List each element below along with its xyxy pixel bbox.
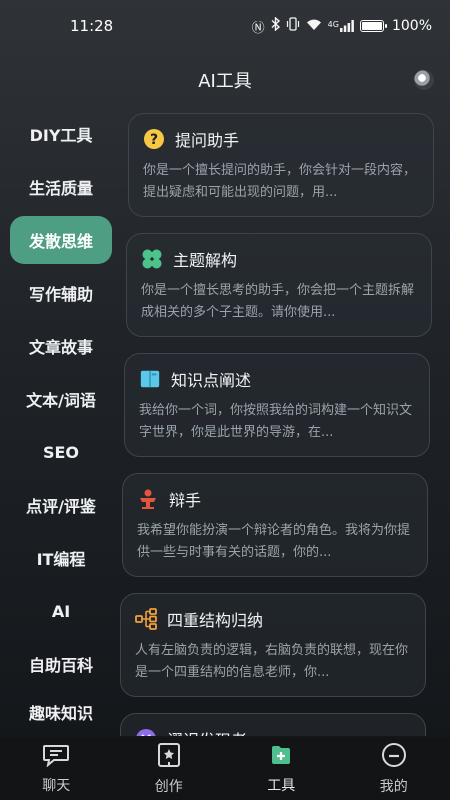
sidebar-item-label: 点评/评鉴 xyxy=(26,497,96,516)
tool-card-title: 谬误发现者 xyxy=(167,727,247,736)
nav-tab-tools[interactable]: 工具 xyxy=(225,738,338,800)
tool-card-four-structure[interactable]: 四重结构归纳 人有左脑负责的逻辑，右脑负责的联想，现在你是一个四重结构的信息老师… xyxy=(120,593,426,697)
tool-card-question-assistant[interactable]: ? 提问助手 你是一个擅长提问的助手，你会针对一段内容，提出疑虑和可能出现的问题… xyxy=(128,113,434,217)
sidebar-item-diy-tools[interactable]: DIY工具 xyxy=(10,110,112,158)
sidebar-item-review[interactable]: 点评/评鉴 xyxy=(10,481,112,529)
profile-icon xyxy=(381,742,407,772)
status-bar: 11:28 Ⓝ 4G 100% xyxy=(0,0,450,52)
sidebar-item-article-story[interactable]: 文章故事 xyxy=(10,322,112,370)
bottom-nav: 聊天 创作 工具 我的 xyxy=(0,738,450,800)
sidebar-item-seo[interactable]: SEO xyxy=(10,428,112,476)
error-icon xyxy=(135,728,157,736)
tool-card-title: 知识点阐述 xyxy=(171,371,252,390)
sidebar-item-label: 生活质量 xyxy=(28,179,93,198)
nav-tab-profile[interactable]: 我的 xyxy=(338,738,450,800)
tool-card-title: 主题解构 xyxy=(173,251,238,270)
sidebar-item-ai[interactable]: AI xyxy=(10,587,112,635)
nfc-icon: Ⓝ xyxy=(251,20,265,36)
podium-icon xyxy=(137,488,159,510)
nav-tab-chat[interactable]: 聊天 xyxy=(0,738,113,800)
tool-card-fallacy-finder[interactable]: 谬误发现者 xyxy=(120,713,426,736)
question-icon: ? xyxy=(143,128,165,150)
network-type-label: 4G xyxy=(327,20,339,29)
sidebar-item-divergent-thinking[interactable]: 发散思维 xyxy=(10,216,112,264)
status-icons: Ⓝ 4G 100% xyxy=(251,16,432,36)
nav-label: 我的 xyxy=(379,779,408,795)
sidebar-item-label: 写作辅助 xyxy=(28,285,93,304)
tools-icon xyxy=(269,743,293,771)
tool-card-description: 你是一个擅长思考的助手，你会把一个主题拆解成相关的多个子主题。请你使用... xyxy=(141,283,415,320)
battery-icon xyxy=(359,20,387,32)
battery-percent: 100% xyxy=(391,18,432,34)
tool-card-topic-deconstruction[interactable]: 主题解构 你是一个擅长思考的助手，你会把一个主题拆解成相关的多个子主题。请你使用… xyxy=(126,233,432,337)
create-icon xyxy=(157,742,181,772)
nav-label: 聊天 xyxy=(42,778,71,794)
nav-label: 工具 xyxy=(267,778,296,794)
tool-card-description: 你是一个擅长提问的助手，你会针对一段内容，提出疑虑和可能出现的问题，用... xyxy=(143,163,417,200)
sidebar-item-label: AI xyxy=(51,601,71,621)
sidebar-item-label: 文章故事 xyxy=(28,338,93,357)
sidebar-item-fun-knowledge[interactable]: 趣味知识 xyxy=(10,688,112,736)
svg-text:?: ? xyxy=(150,132,158,148)
sidebar-item-label: 自助百科 xyxy=(28,656,93,675)
tool-card-description: 人有左脑负责的逻辑，右脑负责的联想，现在你是一个四重结构的信息老师，你... xyxy=(135,643,409,680)
wifi-icon xyxy=(306,18,322,35)
tool-card-description: 我给你一个词，你按照我给的词构建一个知识文字世界，你是此世界的导游，在... xyxy=(139,403,413,440)
tool-card-debater[interactable]: 辩手 我希望你能扮演一个辩论者的角色。我将为你提供一些与时事有关的话题，你的..… xyxy=(122,473,428,577)
tool-card-title: 提问助手 xyxy=(175,131,240,150)
clover-icon xyxy=(141,248,163,270)
tool-card-list: ? 提问助手 你是一个擅长提问的助手，你会针对一段内容，提出疑虑和可能出现的问题… xyxy=(118,106,450,736)
book-icon xyxy=(139,368,161,390)
sidebar-item-self-encyclopedia[interactable]: 自助百科 xyxy=(10,640,112,688)
nav-label: 创作 xyxy=(154,779,183,795)
assistant-orb-icon[interactable] xyxy=(414,70,434,90)
chat-icon xyxy=(42,743,70,771)
tool-card-title: 四重结构归纳 xyxy=(167,611,264,630)
vibrate-icon xyxy=(286,17,300,35)
page-header: AI工具 xyxy=(0,60,450,100)
sidebar-item-text-words[interactable]: 文本/词语 xyxy=(10,375,112,423)
sidebar-item-it-programming[interactable]: IT编程 xyxy=(10,534,112,582)
tool-card-title: 辩手 xyxy=(169,491,202,510)
tool-card-description: 我希望你能扮演一个辩论者的角色。我将为你提供一些与时事有关的话题，你的... xyxy=(137,523,411,560)
tool-card-knowledge-explain[interactable]: 知识点阐述 我给你一个词，你按照我给的词构建一个知识文字世界，你是此世界的导游，… xyxy=(124,353,430,457)
status-time: 11:28 xyxy=(70,17,114,35)
nav-tab-create[interactable]: 创作 xyxy=(113,738,226,800)
sidebar-item-label: SEO xyxy=(42,442,80,462)
bluetooth-icon xyxy=(271,16,280,35)
category-sidebar: DIY工具 生活质量 发散思维 写作辅助 文章故事 文本/词语 SEO 点评/评… xyxy=(0,106,122,736)
signal-icon: 4G xyxy=(328,20,354,32)
sidebar-item-label: 发散思维 xyxy=(28,232,93,251)
sidebar-item-life-quality[interactable]: 生活质量 xyxy=(10,163,112,211)
sidebar-item-label: 趣味知识 xyxy=(28,704,93,723)
structure-icon xyxy=(135,608,157,630)
page-title: AI工具 xyxy=(198,71,252,92)
battery-level-fill xyxy=(361,22,382,30)
sidebar-item-writing-assist[interactable]: 写作辅助 xyxy=(10,269,112,317)
sidebar-item-label: DIY工具 xyxy=(29,126,93,145)
sidebar-item-label: IT编程 xyxy=(36,550,86,569)
sidebar-item-label: 文本/词语 xyxy=(26,391,96,410)
